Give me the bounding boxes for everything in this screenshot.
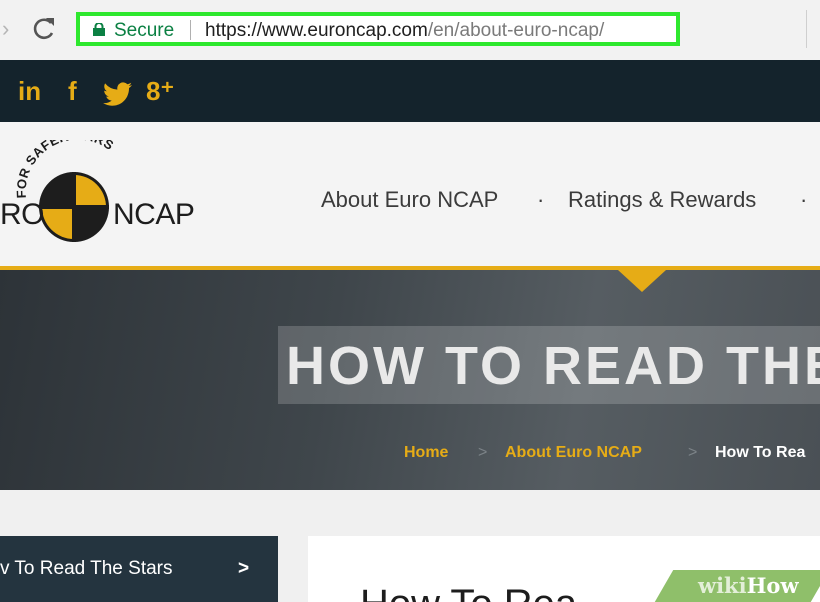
google-plus-icon[interactable]: 8⁺ — [146, 74, 174, 108]
forward-button[interactable]: › — [2, 16, 16, 42]
nav-separator: · — [800, 187, 808, 212]
sidebar-item-label: v To Read The Stars — [0, 558, 173, 579]
social-bar: in f 8⁺ — [0, 60, 820, 122]
breadcrumb-home[interactable]: Home — [404, 442, 448, 464]
page-title: How To Rea — [360, 580, 577, 602]
address-bar[interactable]: Secure https://www.euroncap.com/en/about… — [76, 12, 680, 46]
logo-text-left: RO — [0, 198, 45, 231]
site-header: FOR SAFER CARS RO NCAP About Euro NCAP ·… — [0, 122, 820, 268]
breadcrumb-separator: > — [478, 444, 488, 461]
hero-banner: HOW TO READ THE Home > About Euro NCAP >… — [0, 270, 820, 490]
toolbar-edge — [806, 10, 817, 48]
breadcrumb-current: How To Rea — [715, 444, 806, 461]
url-text[interactable]: https://www.euroncap.com/en/about-euro-n… — [205, 18, 604, 44]
nav-about-euro-ncap[interactable]: About Euro NCAP — [321, 186, 498, 214]
sidebar-item-how-to-read-the-stars[interactable]: v To Read The Stars > — [0, 536, 278, 602]
url-path: /en/about-euro-ncap/ — [427, 20, 605, 41]
secure-label: Secure — [114, 20, 175, 41]
nav-active-pointer — [618, 270, 666, 292]
url-host: https://www.euroncap.com — [205, 20, 428, 41]
breadcrumb-about[interactable]: About Euro NCAP — [505, 442, 642, 464]
twitter-icon[interactable] — [103, 80, 133, 114]
watermark-part1: wiki — [698, 573, 747, 598]
logo-text-right: NCAP — [113, 198, 195, 231]
url-divider — [190, 20, 191, 40]
lock-icon — [92, 22, 106, 36]
reload-icon[interactable] — [30, 14, 58, 44]
browser-toolbar: › Secure https://www.euroncap.com/en/abo… — [0, 0, 820, 61]
linkedin-icon[interactable]: in — [18, 74, 41, 108]
watermark-part2: How — [746, 573, 799, 598]
chevron-right-icon: > — [238, 558, 250, 579]
facebook-icon[interactable]: f — [68, 74, 77, 108]
breadcrumb-separator: > — [688, 444, 698, 461]
nav-ratings-rewards[interactable]: Ratings & Rewards — [568, 186, 756, 214]
hero-title: HOW TO READ THE — [286, 336, 820, 396]
nav-separator: · — [537, 187, 545, 212]
watermark: wikiHow — [650, 570, 820, 602]
crash-test-dummy-logo-icon[interactable] — [36, 169, 112, 245]
watermark-text: wikiHow — [698, 572, 799, 600]
